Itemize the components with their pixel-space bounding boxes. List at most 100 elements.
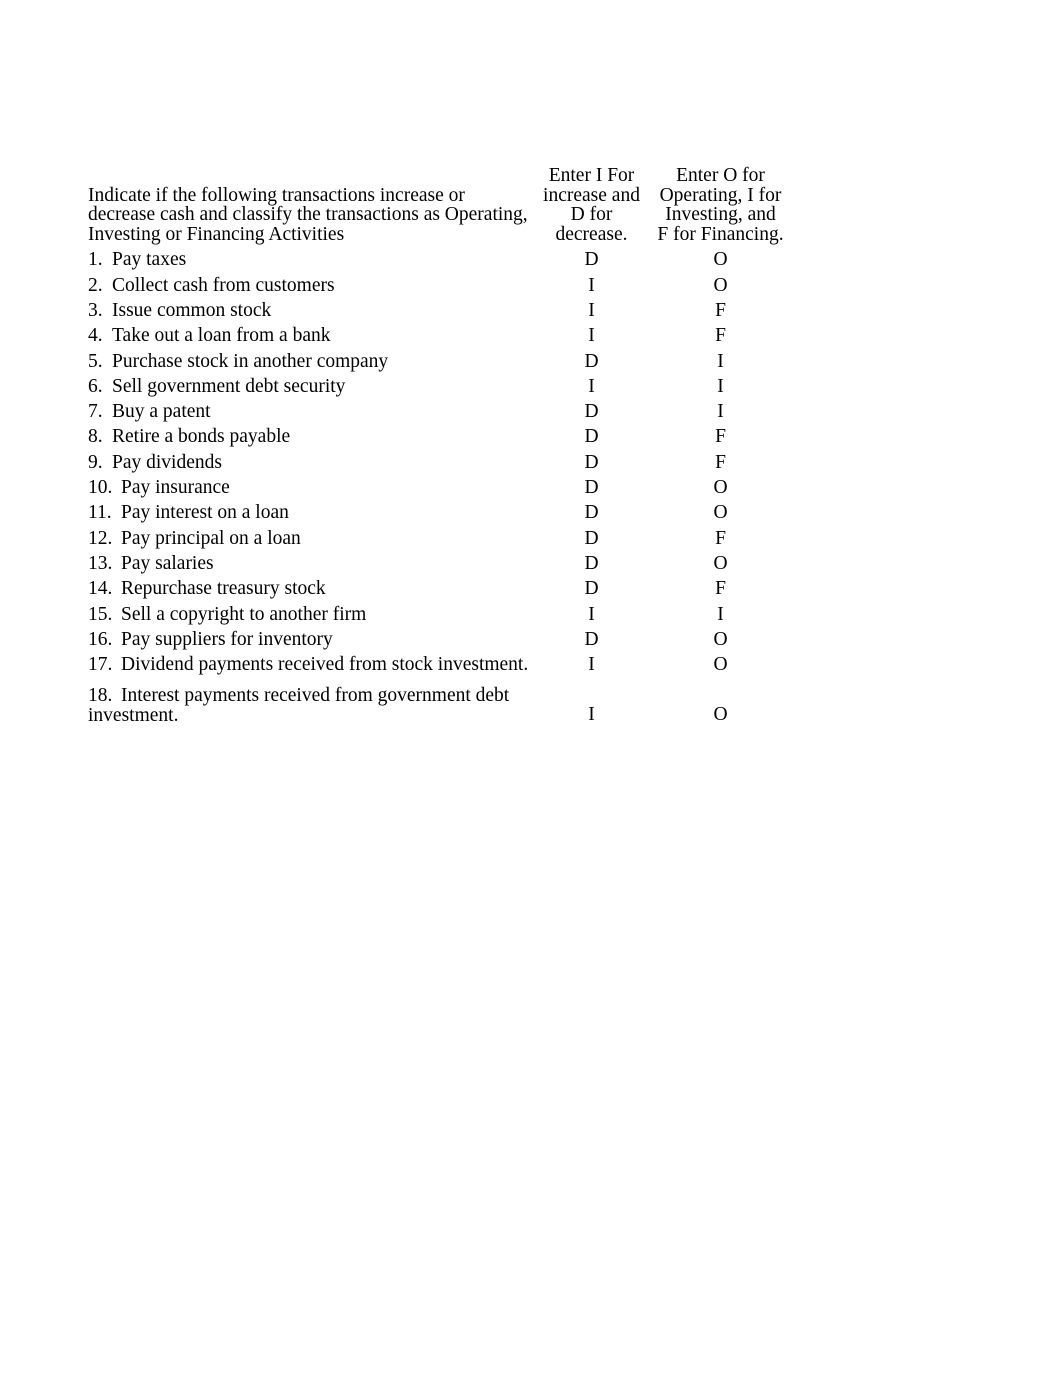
- activity-type-code: F: [715, 527, 726, 549]
- activity-type-code: F: [715, 426, 726, 448]
- item-number: 8.: [88, 426, 103, 448]
- item-text: Pay insurance: [121, 477, 230, 499]
- activity-type-code: F: [715, 299, 726, 321]
- transaction-label: 4. Take out a loan from a bank: [88, 325, 543, 347]
- cash-effect-code: D: [584, 552, 599, 574]
- cash-effect-code: I: [588, 274, 595, 296]
- table-row: 2. Collect cash from customers I O: [88, 275, 788, 300]
- worksheet: Indicate if the following transactions i…: [88, 166, 788, 726]
- cash-effect-code: I: [588, 299, 595, 321]
- table-row: 5. Purchase stock in another company D I: [88, 351, 788, 376]
- item-second-line: investment.: [88, 705, 179, 727]
- item-number: 13.: [88, 552, 113, 574]
- item-text: Pay principal on a loan: [121, 527, 301, 549]
- item-text: Pay salaries: [121, 552, 214, 574]
- item-text: Sell government debt security: [112, 375, 346, 397]
- transaction-label: 2. Collect cash from customers: [88, 275, 543, 297]
- transaction-label: 14. Repurchase treasury stock: [88, 578, 543, 600]
- table-row: 11. Pay interest on a loan D O: [88, 502, 788, 527]
- column-a-line-4: decrease.: [555, 223, 628, 245]
- cash-effect-code: D: [584, 477, 599, 499]
- activity-type-code: I: [717, 350, 724, 372]
- transaction-label: 15. Sell a copyright to another firm: [88, 604, 543, 626]
- item-number: 6.: [88, 375, 103, 397]
- activity-type-code: O: [713, 628, 728, 650]
- transaction-label: 5. Purchase stock in another company: [88, 351, 543, 373]
- cash-effect-code: D: [584, 527, 599, 549]
- instructions-line-1: Indicate if the following transactions i…: [88, 184, 465, 206]
- item-number: 11.: [88, 502, 112, 524]
- column-header-activity-type: Enter O for Operating, I for Investing, …: [654, 166, 787, 245]
- table-row: 18. Interest payments received from gover…: [88, 686, 788, 725]
- item-text: Pay suppliers for inventory: [121, 628, 333, 650]
- transaction-label: 16. Pay suppliers for inventory: [88, 629, 543, 651]
- column-b-line-4: F for Financing.: [657, 223, 784, 245]
- item-text: Sell a copyright to another firm: [121, 603, 367, 625]
- transaction-label: 10. Pay insurance: [88, 477, 543, 499]
- item-number: 1.: [88, 249, 103, 271]
- activity-type-code: O: [713, 552, 728, 574]
- item-number: 14.: [88, 578, 113, 600]
- table-row: 4. Take out a loan from a bank I F: [88, 325, 788, 350]
- transaction-label: 1. Pay taxes: [88, 249, 543, 271]
- item-text: Buy a patent: [112, 401, 211, 423]
- item-number: 2.: [88, 274, 103, 296]
- table-row: 14. Repurchase treasury stock D F: [88, 578, 788, 603]
- table-row: 12. Pay principal on a loan D F: [88, 528, 788, 553]
- activity-type-code: I: [717, 375, 724, 397]
- activity-type-code: O: [713, 249, 728, 271]
- activity-type-code: I: [717, 401, 724, 423]
- table-row: 3. Issue common stock I F: [88, 300, 788, 325]
- transaction-label: 9. Pay dividends: [88, 452, 543, 474]
- transaction-label: 18. Interest payments received from gover…: [88, 686, 543, 725]
- activity-type-code: O: [713, 654, 728, 676]
- table-row: 9. Pay dividends D F: [88, 452, 788, 477]
- transaction-label: 11. Pay interest on a loan: [88, 502, 543, 524]
- item-text: Pay interest on a loan: [121, 502, 289, 524]
- item-number: 18.: [88, 685, 113, 707]
- cash-effect-code: D: [584, 502, 599, 524]
- item-number: 17.: [88, 654, 113, 676]
- table-row: 13. Pay salaries D O: [88, 553, 788, 578]
- table-row: 15. Sell a copyright to another firm I I: [88, 604, 788, 629]
- item-number: 15.: [88, 603, 113, 625]
- transaction-label: 7. Buy a patent: [88, 401, 543, 423]
- table-row: 7. Buy a patent D I: [88, 401, 788, 426]
- cash-effect-code: D: [584, 451, 599, 473]
- transaction-label: 3. Issue common stock: [88, 300, 543, 322]
- cash-effect-code: D: [584, 401, 599, 423]
- transaction-label: 13. Pay salaries: [88, 553, 543, 575]
- item-first-line: 18. Interest payments received from gover…: [88, 686, 543, 706]
- item-text: Collect cash from customers: [112, 274, 335, 296]
- worksheet-header: Indicate if the following transactions i…: [88, 166, 788, 245]
- activity-type-code: O: [713, 703, 728, 725]
- item-number: 10.: [88, 477, 113, 499]
- activity-type-code: O: [713, 477, 728, 499]
- item-text: Retire a bonds payable: [112, 426, 291, 448]
- item-number: 16.: [88, 628, 113, 650]
- column-b-line-3: Investing, and: [665, 204, 776, 226]
- cash-effect-code: D: [584, 249, 599, 271]
- cash-effect-code: I: [588, 703, 595, 725]
- item-text: Pay dividends: [112, 451, 222, 473]
- item-text: Dividend payments received from stock in…: [121, 654, 529, 676]
- cash-effect-code: I: [588, 375, 595, 397]
- instructions-line-3: Investing or Financing Activities: [88, 223, 345, 245]
- column-a-line-2: increase and: [543, 184, 640, 206]
- column-a-line-1: Enter I For: [548, 165, 635, 186]
- cash-effect-code: D: [584, 628, 599, 650]
- item-text: Repurchase treasury stock: [121, 578, 326, 600]
- table-row: 16. Pay suppliers for inventory D O: [88, 629, 788, 654]
- document-page: Indicate if the following transactions i…: [0, 0, 1062, 1377]
- transaction-label: 17. Dividend payments received from stoc…: [88, 654, 543, 676]
- item-text: Take out a loan from a bank: [112, 325, 331, 347]
- item-text: Interest payments received from governme…: [121, 685, 510, 707]
- item-number: 7.: [88, 401, 103, 423]
- item-text: Issue common stock: [112, 299, 272, 321]
- transaction-label: 6. Sell government debt security: [88, 376, 543, 398]
- item-number: 4.: [88, 325, 103, 347]
- cash-effect-code: D: [584, 578, 599, 600]
- activity-type-code: O: [713, 274, 728, 296]
- item-number: 3.: [88, 299, 103, 321]
- column-header-cash-effect: Enter I For increase and D for decrease.: [543, 166, 640, 245]
